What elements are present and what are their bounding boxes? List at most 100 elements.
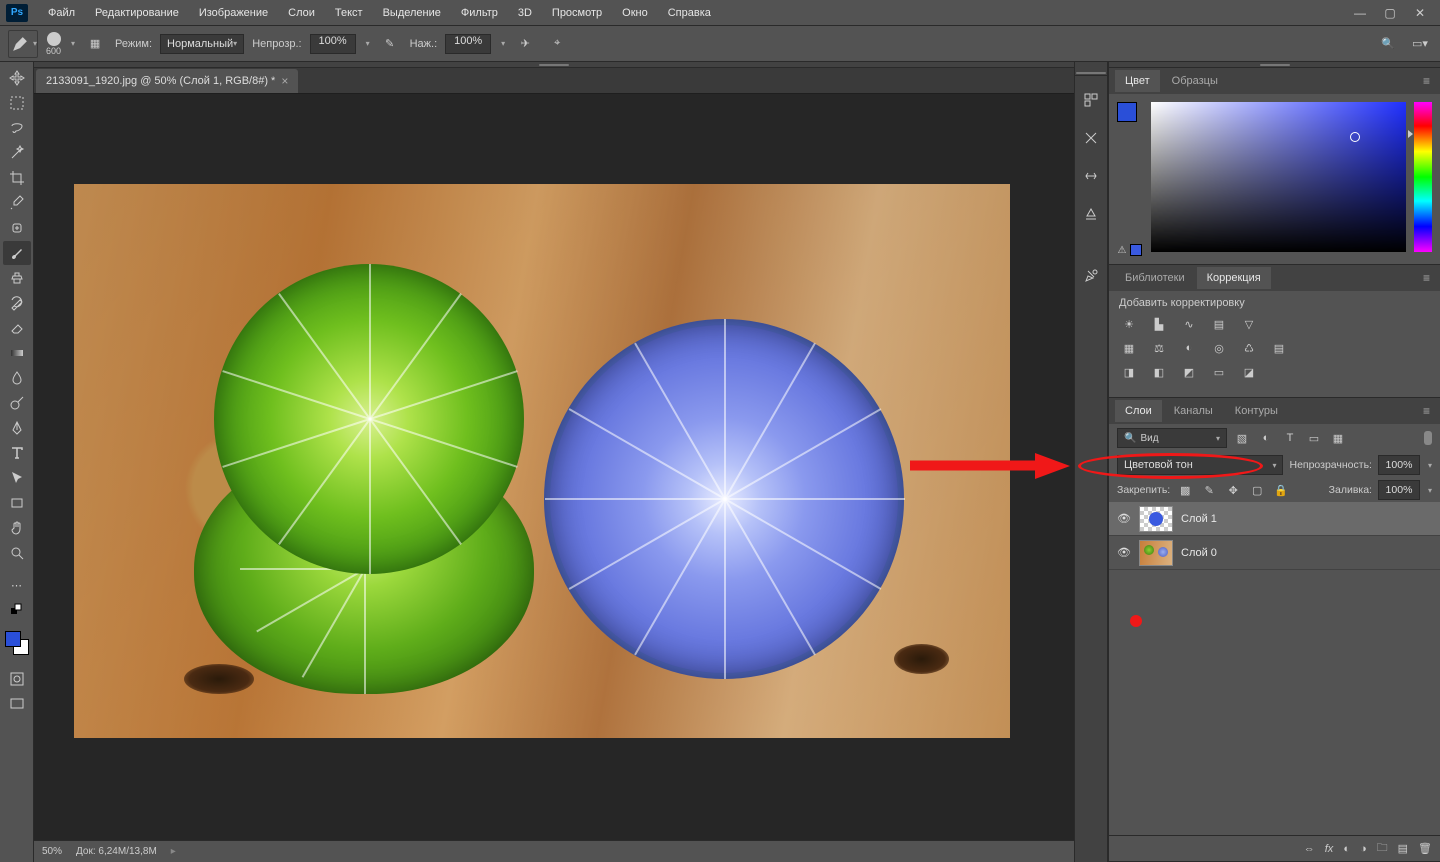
layer-filter-kind-select[interactable]: 🔍 Вид▾ — [1117, 428, 1227, 448]
link-layers-icon[interactable]: ⇔ — [1304, 843, 1315, 855]
menu-3d[interactable]: 3D — [508, 3, 542, 23]
filter-smart-icon[interactable]: ▦ — [1329, 429, 1347, 447]
lock-position-icon[interactable]: ✥ — [1224, 481, 1242, 499]
history-panel-icon[interactable] — [1077, 86, 1105, 114]
libraries-tab[interactable]: Библиотеки — [1115, 267, 1195, 289]
quick-mask-icon[interactable] — [3, 667, 31, 691]
filter-toggle[interactable] — [1424, 431, 1432, 445]
zoom-level[interactable]: 50% — [42, 846, 62, 857]
blur-tool[interactable] — [3, 366, 31, 390]
gradient-map-icon[interactable]: ▭ — [1209, 363, 1229, 381]
layer-row[interactable]: 👁 Слой 0 — [1109, 536, 1440, 570]
blend-mode-select[interactable]: Цветовой тон▾ — [1117, 455, 1283, 475]
lock-all-icon[interactable]: 🔒 — [1272, 481, 1290, 499]
layer-row[interactable]: 👁 Слой 1 — [1109, 502, 1440, 536]
tool-preset-picker[interactable]: ▾ — [8, 30, 38, 58]
brush-settings-panel-icon[interactable] — [1077, 262, 1105, 290]
move-tool[interactable] — [3, 66, 31, 90]
panel-menu-icon[interactable]: ≡ — [1419, 267, 1434, 289]
menu-type[interactable]: Текст — [325, 3, 373, 23]
vibrance-icon[interactable]: ▽ — [1239, 315, 1259, 333]
menu-edit[interactable]: Редактирование — [85, 3, 189, 23]
swatches-tab[interactable]: Образцы — [1162, 70, 1228, 92]
black-white-icon[interactable]: ◐ — [1179, 339, 1199, 357]
marquee-tool[interactable] — [3, 91, 31, 115]
layer-name[interactable]: Слой 0 — [1181, 547, 1217, 559]
curves-icon[interactable]: ∿ — [1179, 315, 1199, 333]
menu-file[interactable]: Файл — [38, 3, 85, 23]
menu-filter[interactable]: Фильтр — [451, 3, 508, 23]
zoom-tool[interactable] — [3, 541, 31, 565]
menu-image[interactable]: Изображение — [189, 3, 278, 23]
visibility-toggle-icon[interactable]: 👁 — [1117, 546, 1131, 559]
filter-shape-icon[interactable]: ▭ — [1305, 429, 1323, 447]
brush-tool[interactable] — [3, 241, 31, 265]
pressure-size-icon[interactable]: ⌖ — [545, 32, 569, 56]
panel-menu-icon[interactable]: ≡ — [1419, 400, 1434, 422]
type-tool[interactable] — [3, 441, 31, 465]
layer-group-icon[interactable]: 🗀 — [1377, 839, 1388, 858]
minimize-button[interactable]: — — [1346, 4, 1374, 22]
maximize-button[interactable]: ▢ — [1376, 4, 1404, 22]
search-icon[interactable]: 🔍 — [1376, 32, 1400, 56]
layer-mask-icon[interactable]: ◐ — [1343, 843, 1350, 855]
layer-opacity-input[interactable]: 100% — [1378, 455, 1420, 475]
properties-panel-icon[interactable] — [1077, 124, 1105, 152]
menu-view[interactable]: Просмотр — [542, 3, 612, 23]
filter-pixel-icon[interactable]: ▧ — [1233, 429, 1251, 447]
panel-menu-icon[interactable]: ≡ — [1419, 70, 1434, 92]
default-colors-icon[interactable] — [3, 598, 31, 622]
menu-help[interactable]: Справка — [658, 3, 721, 23]
visibility-toggle-icon[interactable]: 👁 — [1117, 512, 1131, 525]
pressure-opacity-icon[interactable]: ✎ — [378, 32, 402, 56]
color-lookup-icon[interactable]: ▤ — [1269, 339, 1289, 357]
lock-transparency-icon[interactable]: ▩ — [1176, 481, 1194, 499]
channels-tab[interactable]: Каналы — [1164, 400, 1223, 422]
canvas-viewport[interactable] — [34, 94, 1074, 840]
brush-dropdown-icon[interactable]: ▾ — [71, 39, 75, 48]
path-selection-tool[interactable] — [3, 466, 31, 490]
channel-mixer-icon[interactable]: ♺ — [1239, 339, 1259, 357]
opacity-dropdown-icon[interactable]: ▾ — [366, 39, 370, 48]
character-panel-icon[interactable] — [1077, 162, 1105, 190]
adjustments-tab[interactable]: Коррекция — [1197, 267, 1271, 289]
filter-adjustment-icon[interactable]: ◐ — [1257, 429, 1275, 447]
gamut-warning-icon[interactable]: ⚠ — [1118, 245, 1127, 256]
close-button[interactable]: ✕ — [1406, 4, 1434, 22]
blend-mode-select[interactable]: Нормальный▾ — [160, 34, 244, 54]
airbrush-icon[interactable]: ✈ — [513, 32, 537, 56]
photo-filter-icon[interactable]: ◎ — [1209, 339, 1229, 357]
panel-grip[interactable] — [1075, 70, 1107, 76]
close-tab-icon[interactable]: × — [281, 74, 288, 88]
hue-slider-handle[interactable] — [1408, 130, 1413, 138]
opacity-input[interactable]: 100% — [310, 34, 356, 54]
opacity-dropdown-icon[interactable]: ▾ — [1428, 461, 1432, 470]
eraser-tool[interactable] — [3, 316, 31, 340]
layer-name[interactable]: Слой 1 — [1181, 513, 1217, 525]
screen-mode-icon[interactable] — [3, 692, 31, 716]
invert-icon[interactable]: ◨ — [1119, 363, 1139, 381]
layer-style-icon[interactable]: fx — [1325, 843, 1334, 855]
levels-icon[interactable]: ▙ — [1149, 315, 1169, 333]
fg-color-mini-swatch[interactable] — [1117, 102, 1137, 122]
rectangle-tool[interactable] — [3, 491, 31, 515]
menu-select[interactable]: Выделение — [373, 3, 451, 23]
color-field[interactable] — [1151, 102, 1406, 252]
fill-input[interactable]: 100% — [1378, 480, 1420, 500]
adjustment-layer-icon[interactable]: ◑ — [1360, 843, 1367, 855]
layer-thumbnail[interactable] — [1139, 506, 1173, 532]
fill-dropdown-icon[interactable]: ▾ — [1428, 486, 1432, 495]
clone-stamp-tool[interactable] — [3, 266, 31, 290]
filter-type-icon[interactable]: T — [1281, 429, 1299, 447]
history-brush-tool[interactable] — [3, 291, 31, 315]
posterize-icon[interactable]: ◧ — [1149, 363, 1169, 381]
layers-tab[interactable]: Слои — [1115, 400, 1162, 422]
selective-color-icon[interactable]: ◪ — [1239, 363, 1259, 381]
brightness-contrast-icon[interactable]: ☀ — [1119, 315, 1139, 333]
pen-tool[interactable] — [3, 416, 31, 440]
status-more-icon[interactable]: ▸ — [171, 846, 176, 857]
menu-window[interactable]: Окно — [612, 3, 658, 23]
foreground-background-colors[interactable] — [3, 629, 31, 657]
brush-preview[interactable]: 600 — [46, 32, 61, 56]
lock-artboard-icon[interactable]: ▢ — [1248, 481, 1266, 499]
